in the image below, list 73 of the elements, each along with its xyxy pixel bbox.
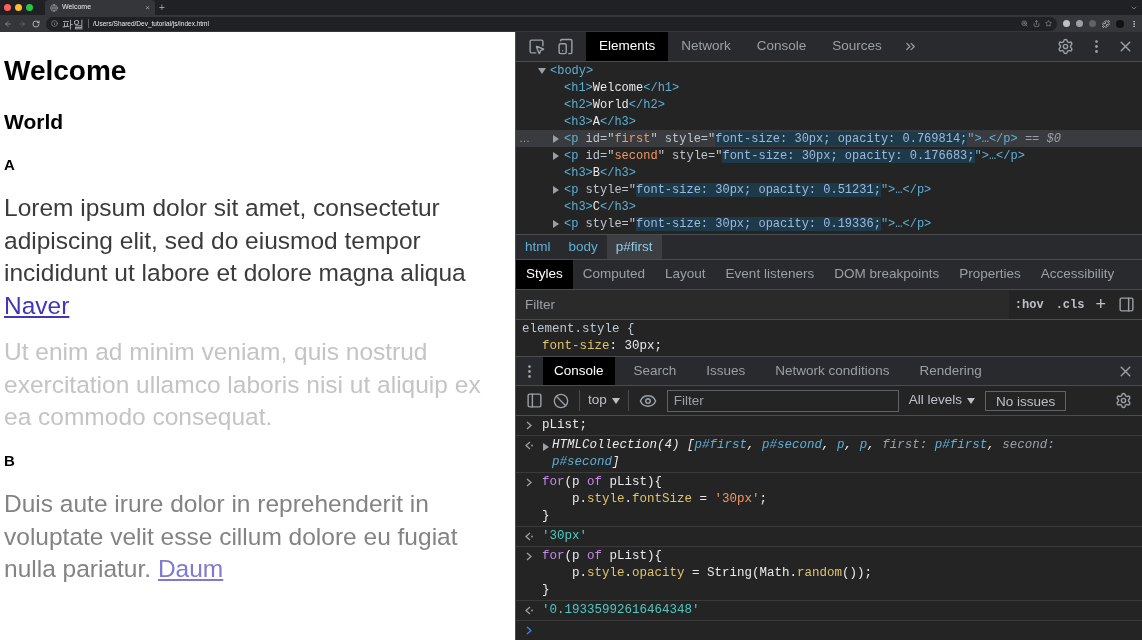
panel-tab[interactable]: Search <box>622 357 688 385</box>
console-output-line: '30px' <box>542 528 587 545</box>
dom-node-text: <body> <box>550 62 594 80</box>
dom-node-row[interactable]: <p id="second" style="font-size: 30px; opacity: 0.176683;">…</p> <box>516 147 1142 164</box>
console-output-line: '0.19335992616464348' <box>542 602 700 619</box>
panel-tab[interactable]: Computed <box>572 260 656 289</box>
panel-tab[interactable]: Layout <box>655 260 716 289</box>
panel-tab[interactable]: Issues <box>695 357 757 385</box>
style-selector: element.style { <box>522 321 636 338</box>
dom-node-text: <h3>C</h3> <box>564 198 637 216</box>
context-dropdown[interactable]: top <box>579 390 629 411</box>
console-input-line: } <box>542 582 551 599</box>
new-rule-button[interactable]: + <box>1090 291 1111 318</box>
dom-node-row[interactable]: <h3>A</h3> <box>516 113 1142 130</box>
dom-node-text: <p id="second" style="font-size: 30px; opacity: 0.176683;">…</p> <box>564 147 1025 165</box>
new-tab[interactable]: + <box>159 0 165 15</box>
panel-tab[interactable]: Rendering <box>908 357 993 385</box>
console-input-line: p.style.fontSize = '30px'; <box>571 491 768 508</box>
panel-tab[interactable]: Styles <box>516 260 573 289</box>
levels-dropdown[interactable]: All levels <box>908 390 976 411</box>
paragraph: Duis aute irure dolor in reprehenderit in voluptate velit esse cillum dolore eu fugiat nulla pariatur. Daum <box>4 489 459 584</box>
link[interactable]: Daum <box>157 555 224 582</box>
paragraph: Lorem ipsum dolor sit amet, consectetur adipiscing elit, sed do eiusmod tempor incididunt ut labore et dolore magna aliqua Naver <box>4 193 467 321</box>
dom-node-row[interactable]: <h2>World</h2> <box>516 96 1142 113</box>
link[interactable]: Naver <box>4 291 70 319</box>
panel-tab[interactable]: Network conditions <box>764 357 901 385</box>
tab-close[interactable]: × <box>145 1 150 14</box>
gutter-dots[interactable]: … <box>519 130 530 147</box>
dom-node-row[interactable]: <h3>B</h3> <box>516 164 1142 181</box>
dom-node-text: <h3>A</h3> <box>564 113 637 131</box>
heading: B <box>4 450 16 471</box>
panel-tab[interactable]: Event listeners <box>715 260 825 289</box>
heading: A <box>4 154 16 175</box>
breadcrumb[interactable]: html <box>516 235 560 259</box>
dom-node-row[interactable]: <h1>Welcome</h1> <box>516 79 1142 96</box>
dom-node-text: <p style="font-size: 30px; opacity: 0.51231;">…</p> <box>564 181 932 199</box>
dom-node-text: <p style="font-size: 30px; opacity: 0.19336;">…</p> <box>564 215 932 233</box>
filter-field[interactable]: Filter <box>516 290 1009 319</box>
breadcrumb[interactable]: body <box>559 235 607 259</box>
panel-tab[interactable]: Accessibility <box>1030 260 1125 289</box>
heading: Welcome <box>4 54 128 88</box>
panel-tab[interactable]: Properties <box>949 260 1031 289</box>
dom-node-row[interactable]: … <p id="first" style="font-size: 30px; opacity: 0.769814;">…</p> == $0 <box>516 130 1142 147</box>
console-output-line: p#second] <box>552 454 621 471</box>
issues-button[interactable]: No issues <box>985 390 1067 411</box>
scheme-label: 파일 <box>62 17 84 30</box>
paragraph: Ut enim ad minim veniam, quis nostrud exercitation ullamco laboris nisi ut aliquip ex ea commodo consequat. <box>4 337 482 432</box>
dom-node-text: <h3>B</h3> <box>564 164 637 182</box>
class-toggle[interactable]: .cls <box>1049 295 1091 314</box>
dom-node-text: <h2>World</h2> <box>564 96 665 114</box>
breadcrumb[interactable]: p#first <box>606 235 662 259</box>
panel-tab[interactable]: Console <box>543 357 615 385</box>
dom-node-row[interactable]: <body> <box>516 62 1142 79</box>
panel-tab[interactable]: Elements <box>586 32 669 61</box>
style-declaration: font-size: 30px; <box>541 338 664 355</box>
console-input-line: pList; <box>542 417 587 434</box>
dom-node-row[interactable]: <h3>C</h3> <box>516 198 1142 215</box>
panel-tab[interactable]: DOM breakpoints <box>824 260 950 289</box>
console-input-line: for(p of pList){ <box>542 548 664 565</box>
console-filter-field[interactable]: Filter <box>666 389 899 412</box>
panel-tab[interactable]: Console <box>743 32 820 61</box>
hover-state-toggle[interactable]: :hov <box>1008 295 1050 314</box>
dom-node-row[interactable]: <p style="font-size: 30px; opacity: 0.51231;">…</p> <box>516 181 1142 198</box>
dom-node-text: <p id="first" style="font-size: 30px; opacity: 0.769814;">…</p> == $0 <box>564 130 1061 148</box>
panel-tab[interactable]: Network <box>668 32 744 61</box>
panel-tab[interactable]: Sources <box>819 32 895 61</box>
dom-node-text: <h1>Welcome</h1> <box>564 79 680 97</box>
console-input-line: p.style.opacity = String(Math.random()); <box>571 565 873 582</box>
console-output-line: HTMLCollection(4) [p#first, p#second, p, p, first: p#first, second: <box>552 437 1055 454</box>
dom-node-row[interactable]: <p style="font-size: 30px; opacity: 0.19336;">…</p> <box>516 215 1142 232</box>
console-input-line: for(p of pList){ <box>542 474 664 491</box>
heading: World <box>4 109 65 135</box>
console-input-line: } <box>542 508 551 525</box>
